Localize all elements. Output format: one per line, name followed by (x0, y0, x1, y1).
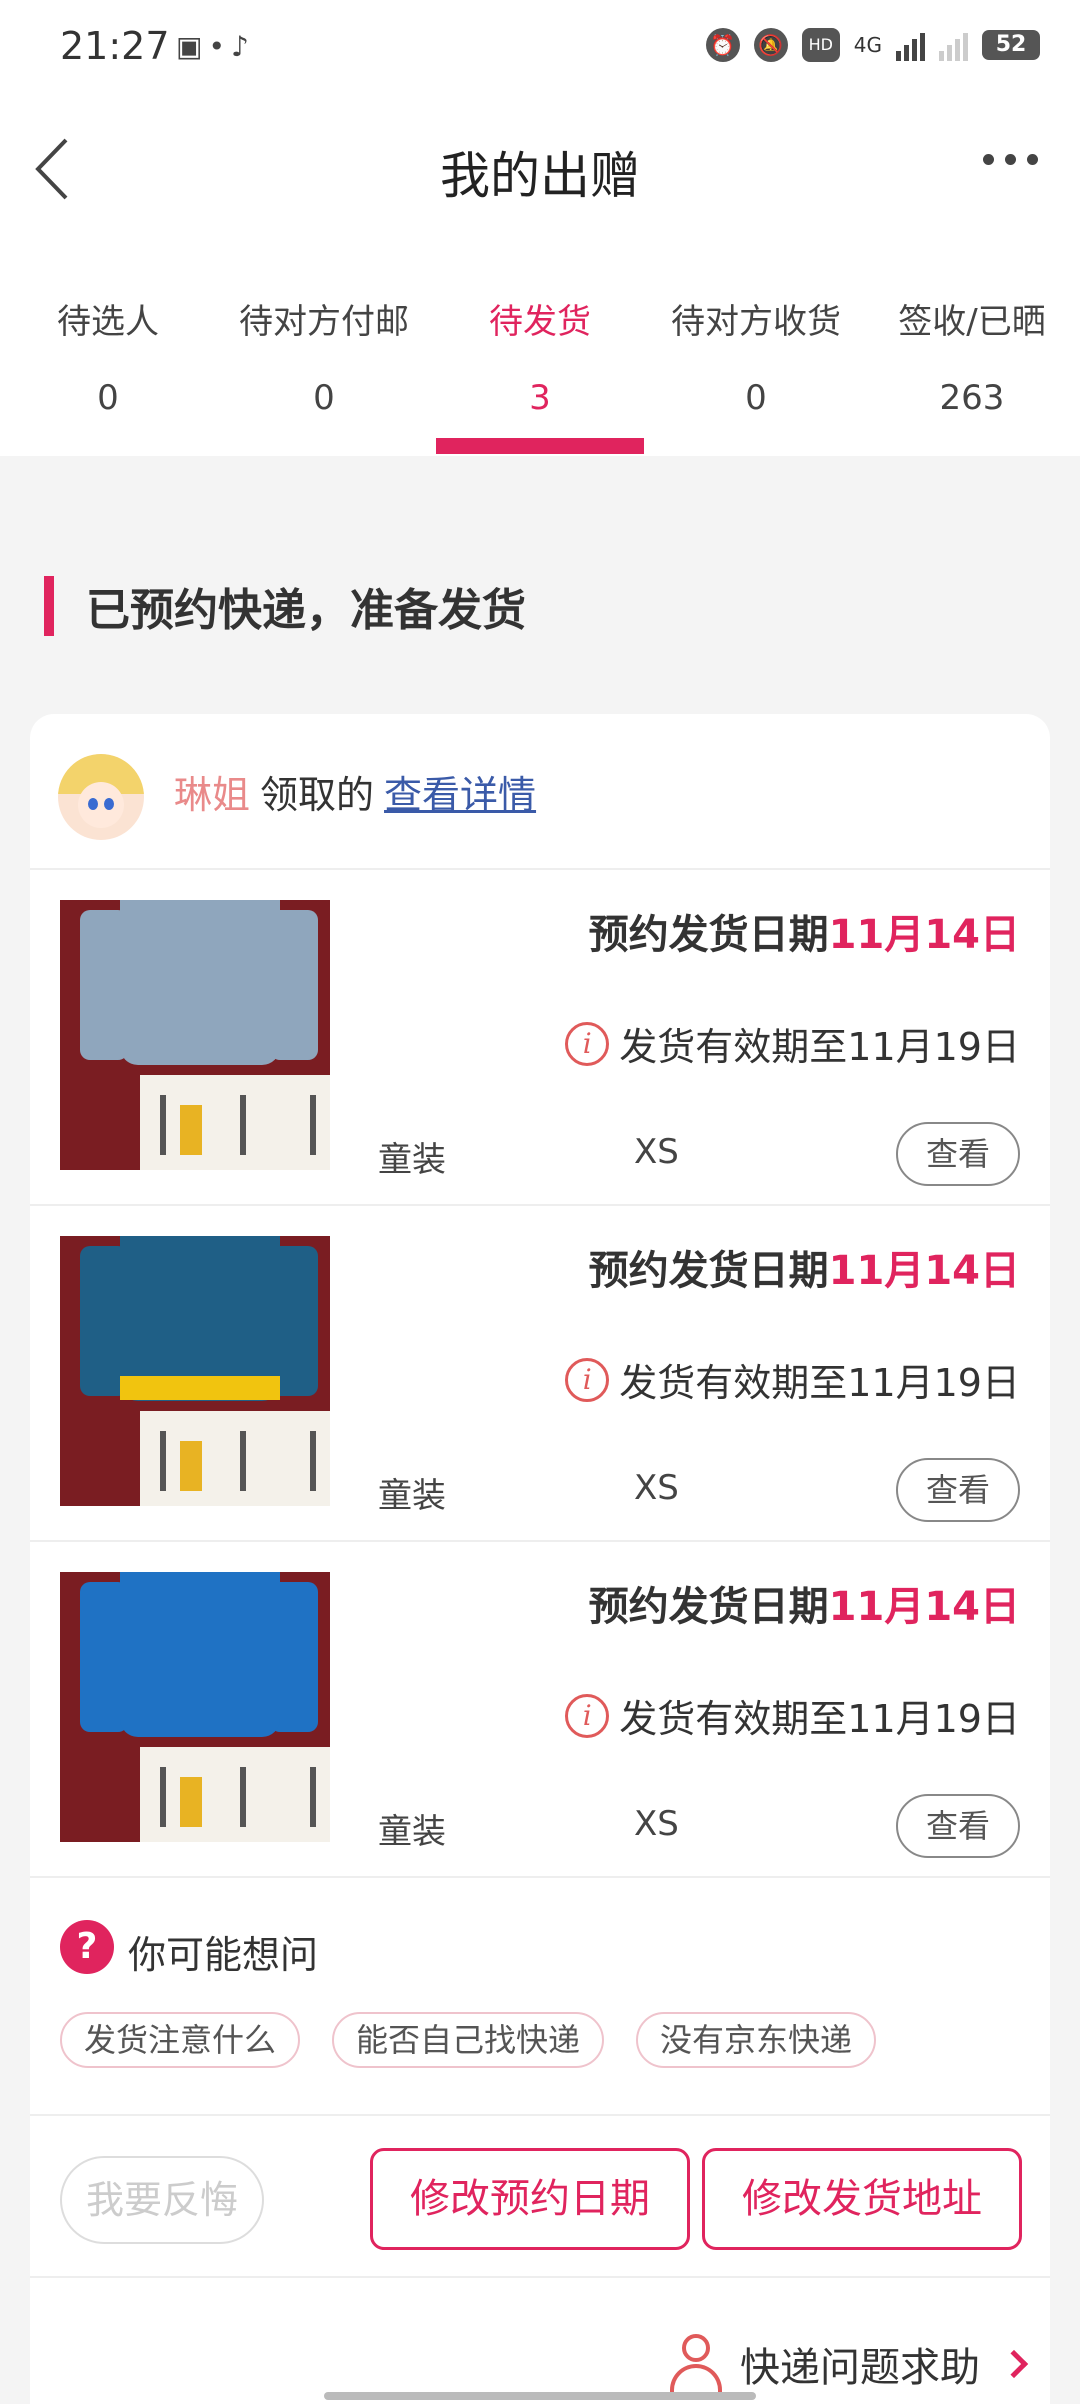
schedule-line: 预约发货日期11月14日 (589, 902, 1020, 960)
tab-pending-receipt[interactable]: 待对方收货 0 (648, 242, 864, 456)
schedule-date: 11月14日 (828, 1584, 1020, 1630)
schedule-label: 预约发货日期 (588, 1248, 829, 1294)
section-accent-bar (44, 576, 54, 636)
action-bar: 我要反悔 修改预约日期 修改发货地址 (30, 2116, 1050, 2278)
section-title: 已预约快递，准备发货 (86, 585, 526, 636)
active-tab-indicator (436, 438, 644, 454)
validity-text: 发货有效期至11月19日 (619, 1361, 1020, 1405)
view-button[interactable]: 查看 (896, 1458, 1020, 1522)
item-size: XS (634, 1804, 679, 1844)
status-time: 21:27 (60, 24, 170, 68)
validity-text: 发货有效期至11月19日 (619, 1025, 1020, 1069)
schedule-label: 预约发货日期 (588, 912, 829, 958)
validity-line: i 发货有效期至11月19日 (565, 1352, 1020, 1407)
faq-chip[interactable]: 没有京东快递 (636, 2012, 877, 2068)
faq-chips: 发货注意什么 能否自己找快递 没有京东快递 (60, 2012, 877, 2068)
tab-pending-postage[interactable]: 待对方付邮 0 (216, 242, 432, 456)
item-category: 童装 (378, 1812, 446, 1852)
info-icon: i (565, 1357, 610, 1402)
list-item: 预约发货日期11月14日 i 发货有效期至11月19日 童装 XS 查看 (30, 1206, 1050, 1542)
view-button[interactable]: 查看 (896, 1122, 1020, 1186)
item-category: 童装 (378, 1476, 446, 1516)
chevron-right-icon (999, 2349, 1029, 2379)
validity-line: i 发货有效期至11月19日 (565, 1016, 1020, 1071)
tab-count: 0 (745, 378, 767, 418)
tab-label: 待发货 (489, 302, 591, 342)
tab-received[interactable]: 签收/已晒 263 (864, 242, 1080, 456)
faq-chip[interactable]: 发货注意什么 (60, 2012, 301, 2068)
faq-title: 你可能想问 (128, 1933, 319, 1977)
schedule-label: 预约发货日期 (588, 1584, 829, 1630)
courier-help: 快递问题求助 (30, 2278, 1050, 2404)
card-header: 琳姐 领取的 查看详情 (30, 714, 1050, 870)
info-icon: i (565, 1693, 610, 1738)
signal-weak-icon (939, 29, 968, 61)
schedule-date: 11月14日 (828, 1248, 1020, 1294)
hd-icon: HD (801, 28, 840, 62)
regret-button[interactable]: 我要反悔 (60, 2156, 264, 2244)
question-icon: ? (60, 1920, 114, 1974)
schedule-line: 预约发货日期11月14日 (589, 1238, 1020, 1296)
list-item: 预约发货日期11月14日 i 发货有效期至11月19日 童装 XS 查看 (30, 1542, 1050, 1878)
status-bar: 21:27 ▣•♪ ⏰ 🔕 HD 4G 52 (0, 0, 1080, 96)
info-icon: i (565, 1021, 610, 1066)
item-category: 童装 (378, 1140, 446, 1180)
header: 我的出赠 (0, 96, 1080, 242)
validity-line: i 发货有效期至11月19日 (565, 1688, 1020, 1743)
courier-help-link[interactable]: 快递问题求助 (670, 2334, 1029, 2394)
schedule-line: 预约发货日期11月14日 (589, 1574, 1020, 1632)
home-indicator[interactable] (324, 2392, 756, 2400)
schedule-date: 11月14日 (828, 912, 1020, 958)
faq-section: ? 你可能想问 发货注意什么 能否自己找快递 没有京东快递 (30, 1880, 1050, 2116)
page-title: 我的出赠 (440, 147, 640, 205)
tab-pending-selection[interactable]: 待选人 0 (0, 242, 216, 456)
received-text: 领取的 (260, 773, 375, 817)
receiver-name[interactable]: 琳姐 (174, 773, 250, 817)
item-thumbnail[interactable] (60, 1236, 330, 1506)
item-size: XS (634, 1468, 679, 1508)
view-details-link[interactable]: 查看详情 (384, 773, 536, 817)
tab-count: 0 (97, 378, 119, 418)
battery-icon: 52 (982, 30, 1040, 60)
network-label: 4G (853, 33, 882, 57)
item-thumbnail[interactable] (60, 1572, 330, 1842)
item-size: XS (634, 1132, 679, 1172)
tab-label: 签收/已晒 (898, 302, 1046, 342)
view-button[interactable]: 查看 (896, 1794, 1020, 1858)
tab-bar: 待选人 0 待对方付邮 0 待发货 3 待对方收货 0 签收/已晒 263 (0, 242, 1080, 456)
more-icon[interactable] (983, 154, 1038, 165)
item-thumbnail[interactable] (60, 900, 330, 1170)
signal-icon (896, 29, 925, 61)
courier-help-label: 快递问题求助 (740, 2345, 980, 2391)
faq-chip[interactable]: 能否自己找快递 (332, 2012, 605, 2068)
avatar[interactable] (58, 754, 144, 840)
tab-label: 待选人 (57, 302, 159, 342)
tab-count: 263 (939, 378, 1005, 418)
alarm-icon: ⏰ (705, 28, 740, 62)
change-date-button[interactable]: 修改预约日期 (370, 2148, 690, 2250)
change-address-button[interactable]: 修改发货地址 (702, 2148, 1022, 2250)
tab-count: 0 (313, 378, 335, 418)
receiver-line: 琳姐 领取的 查看详情 (174, 764, 536, 819)
person-icon (670, 2334, 722, 2394)
validity-text: 发货有效期至11月19日 (619, 1697, 1020, 1741)
notification-icons: ▣•♪ (176, 30, 255, 63)
shipment-card: 琳姐 领取的 查看详情 预约发货日期11月14日 i 发货有效期至11月19日 童装 … (30, 714, 1050, 2404)
tab-pending-shipment[interactable]: 待发货 3 (432, 242, 648, 456)
mute-icon: 🔕 (753, 28, 788, 62)
tab-count: 3 (529, 378, 551, 418)
list-item: 预约发货日期11月14日 i 发货有效期至11月19日 童装 XS 查看 (30, 870, 1050, 1206)
status-icons: ⏰ 🔕 HD 4G 52 (705, 28, 1040, 62)
tab-label: 待对方付邮 (239, 302, 409, 342)
tab-label: 待对方收货 (671, 302, 841, 342)
